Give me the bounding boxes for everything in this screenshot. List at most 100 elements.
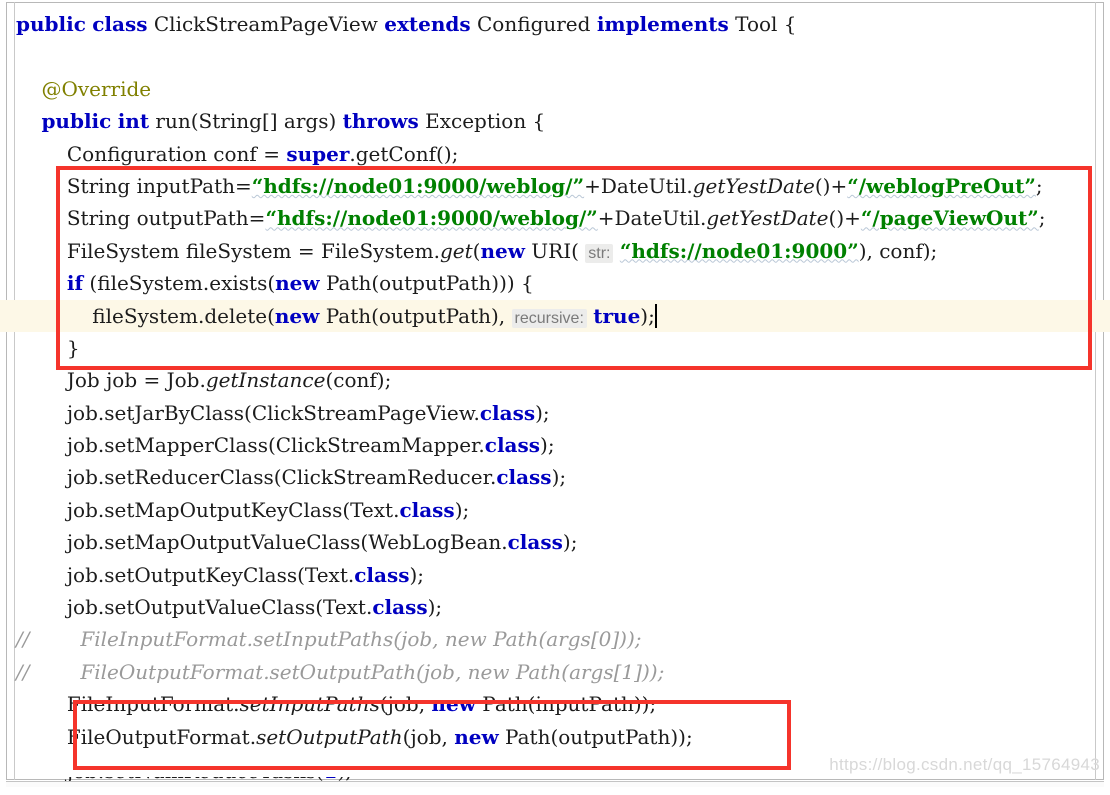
code-token-kw: new xyxy=(454,724,499,749)
code-token-plain: ); xyxy=(427,595,443,620)
code-token-kw: super xyxy=(286,141,350,166)
code-line[interactable]: // FileOutputFormat.setOutputPath(job, n… xyxy=(0,656,1110,688)
code-token-meth: setInputPaths xyxy=(239,692,380,717)
code-line[interactable]: public class ClickStreamPageView extends… xyxy=(0,8,1110,40)
code-token-kw: class xyxy=(92,12,148,36)
code-token-plain: ); xyxy=(535,400,550,425)
code-token-kw: throws xyxy=(342,109,419,134)
code-token-kw: extends xyxy=(384,12,471,36)
code-token-plain: job.setJarByClass(ClickStreamPageView. xyxy=(66,400,480,425)
code-token-plain: ); xyxy=(640,303,655,328)
code-token-kw: class xyxy=(496,465,552,490)
code-token-kw: new xyxy=(480,238,525,263)
code-line[interactable]: job.setReducerClass(ClickStreamReducer.c… xyxy=(0,461,1110,493)
code-token-plain: Path(outputPath), xyxy=(319,303,512,328)
code-token-meth: setOutputPath xyxy=(256,724,403,749)
code-token-plain: job.setMapperClass(ClickStreamMapper. xyxy=(66,433,485,458)
code-token-kw: new xyxy=(275,271,320,296)
code-token-cmt: // FileOutputFormat.setOutputPath(job, n… xyxy=(16,659,665,684)
code-token-plain: Configured xyxy=(470,12,597,36)
code-token-plain: (conf); xyxy=(325,368,392,393)
code-token-plain: job.setMapOutputKeyClass(Text. xyxy=(66,497,400,522)
code-token-plain: run(String[] args) xyxy=(149,109,343,134)
code-line[interactable]: String outputPath=“hdfs://node01:9000/we… xyxy=(0,202,1110,234)
code-token-plain: job.setMapOutputValueClass(WebLogBean. xyxy=(66,530,508,555)
code-line[interactable]: Job job = Job.getInstance(conf); xyxy=(0,364,1110,396)
code-token-plain: Exception { xyxy=(418,109,546,134)
code-line[interactable]: FileInputFormat.setInputPaths(job, new P… xyxy=(0,688,1110,720)
code-line[interactable]: job.setOutputValueClass(Text.class); xyxy=(0,591,1110,623)
code-token-hint: str: xyxy=(585,243,614,263)
code-token-plain: Configuration conf = xyxy=(66,141,287,166)
code-line[interactable]: FileSystem fileSystem = FileSystem.get(n… xyxy=(0,235,1110,267)
code-token-kw: class xyxy=(507,530,563,555)
code-line[interactable]: if (fileSystem.exists(new Path(outputPat… xyxy=(0,267,1110,299)
code-token-plain: fileSystem.delete( xyxy=(92,303,275,328)
code-token-kw: class xyxy=(354,562,410,587)
code-token-plain: ); xyxy=(562,530,578,555)
code-line[interactable]: job.setJarByClass(ClickStreamPageView.cl… xyxy=(0,397,1110,429)
code-line[interactable]: // FileInputFormat.setInputPaths(job, ne… xyxy=(0,623,1110,655)
code-token-plain: String inputPath= xyxy=(66,173,252,198)
code-line[interactable]: fileSystem.delete(new Path(outputPath), … xyxy=(0,299,1110,332)
code-line[interactable]: String inputPath=“hdfs://node01:9000/web… xyxy=(0,170,1110,202)
code-line[interactable]: job.setMapperClass(ClickStreamMapper.cla… xyxy=(0,429,1110,461)
code-token-kw: new xyxy=(431,692,476,717)
code-token-kw: true xyxy=(593,303,641,328)
code-token-plain: Path(outputPath)); xyxy=(498,724,693,749)
code-line[interactable]: FileOutputFormat.setOutputPath(job, new … xyxy=(0,721,1110,753)
code-token-plain: URI( xyxy=(524,238,586,263)
code-token-plain: job.setOutputKeyClass(Text. xyxy=(66,562,355,587)
code-token-meth: getYestDate xyxy=(692,173,815,198)
code-token-kw: int xyxy=(117,109,150,134)
code-token-plain: +DateUtil. xyxy=(597,206,707,231)
code-token-plain: ), conf); xyxy=(858,238,938,263)
code-token-plain: ); xyxy=(454,497,470,522)
code-line[interactable]: Configuration conf = super.getConf(); xyxy=(0,138,1110,170)
code-token-kw: class xyxy=(479,400,536,425)
code-token-plain: ); xyxy=(409,562,425,587)
code-token-anno: @Override xyxy=(41,76,152,101)
code-token-kw: class xyxy=(372,595,428,620)
code-line[interactable]: } xyxy=(0,332,1110,364)
code-token-plain: Path(outputPath))) { xyxy=(319,271,534,296)
code-line[interactable]: public int run(String[] args) throws Exc… xyxy=(0,105,1110,137)
code-token-plain: (fileSystem.exists( xyxy=(83,271,276,296)
code-token-plain: Job job = Job. xyxy=(66,368,206,393)
code-line[interactable]: @Override xyxy=(0,73,1110,105)
code-line[interactable]: job.setMapOutputKeyClass(Text.class); xyxy=(0,494,1110,526)
code-token-kw: new xyxy=(274,303,320,328)
code-token-plain: ; xyxy=(1038,206,1046,231)
code-token-kw: if xyxy=(66,271,84,296)
code-token-plain: ); xyxy=(540,433,555,458)
code-editor[interactable]: public class ClickStreamPageView extends… xyxy=(0,0,1110,795)
code-token-plain: (job, xyxy=(402,724,455,749)
code-token-plain: ); xyxy=(551,465,567,490)
code-token-str-u: “/weblogPreOut” xyxy=(847,173,1036,198)
code-token-kw: implements xyxy=(596,12,729,36)
code-token-str-u: “hdfs://node01:9000/weblog/” xyxy=(265,206,598,231)
code-token-plain: } xyxy=(66,335,80,360)
code-token-plain: (job, xyxy=(379,692,432,717)
code-token-plain: .getConf(); xyxy=(349,141,459,166)
code-line[interactable] xyxy=(0,40,1110,72)
code-line[interactable]: job.setMapOutputValueClass(WebLogBean.cl… xyxy=(0,526,1110,558)
code-token-plain: ; xyxy=(1035,173,1043,198)
code-token-plain: FileInputFormat. xyxy=(66,692,240,717)
code-token-plain: Tool { xyxy=(728,12,797,36)
code-token-meth: get xyxy=(439,238,473,263)
code-line[interactable]: job.setOutputKeyClass(Text.class); xyxy=(0,559,1110,591)
